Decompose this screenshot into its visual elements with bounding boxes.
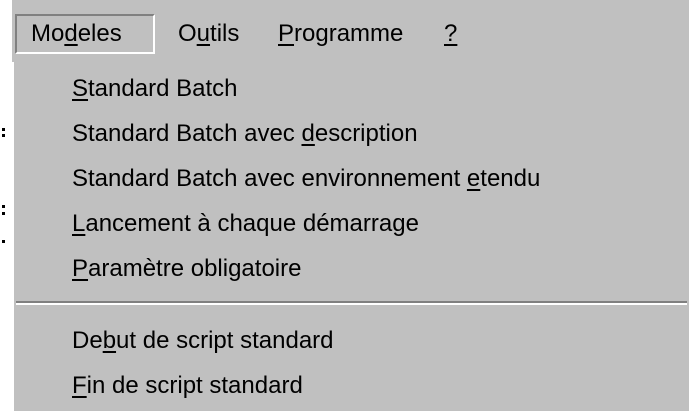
menu-label-part: tandard Batch [88, 75, 238, 102]
menu-outils[interactable]: Outils [164, 14, 264, 54]
menu-label-part: Mo [31, 20, 65, 47]
menu-item-standard-batch-environnement[interactable]: Standard Batch avec environnement etendu [72, 160, 540, 198]
menu-accelerator: ? [444, 20, 458, 47]
menu-accelerator: F [72, 372, 87, 399]
menu-accelerator: d [301, 120, 315, 147]
text-fragment-mark [2, 212, 5, 215]
menu-label-part: tendu [480, 165, 541, 192]
menu-item-parametre-obligatoire[interactable]: Paramètre obligatoire [72, 250, 301, 288]
menu-accelerator: e [466, 165, 481, 192]
menu-item-lancement-demarrage[interactable]: Lancement à chaque démarrage [72, 205, 419, 243]
menu-item-standard-batch-description[interactable]: Standard Batch avec description [72, 115, 418, 153]
menu-modeles[interactable]: Modeles [15, 14, 155, 54]
menu-label-part: tils [210, 20, 240, 47]
menu-item-debut-script[interactable]: Debut de script standard [72, 322, 334, 360]
menu-label-part: rogramme [294, 20, 404, 47]
text-fragment-mark [2, 128, 5, 131]
menu-accelerator: u [196, 20, 211, 47]
menu-accelerator: L [72, 210, 86, 237]
modeles-dropdown-menu: Standard Batch Standard Batch avec descr… [12, 62, 689, 411]
menu-accelerator: P [278, 20, 295, 47]
menu-help[interactable]: ? [430, 14, 470, 54]
text-fragment-mark [2, 240, 5, 243]
menu-label-part: ancement à chaque démarrage [85, 210, 419, 237]
menu-bar: Modeles Outils Programme ? [12, 0, 689, 62]
menu-label-part: Standard Batch avec environnement [72, 165, 467, 192]
menu-label-part: Standard Batch avec [72, 120, 302, 147]
menu-item-standard-batch[interactable]: Standard Batch [72, 70, 237, 108]
menu-label-part: ut de script standard [116, 327, 334, 354]
menu-label-part: De [72, 327, 103, 354]
menu-label-part: eles [77, 20, 122, 47]
text-fragment-mark [2, 134, 5, 137]
menu-label-part: escription [314, 120, 418, 147]
menu-label-part: O [178, 20, 197, 47]
menu-label-part: in de script standard [86, 372, 303, 399]
menu-separator [16, 301, 687, 305]
menu-item-fin-script[interactable]: Fin de script standard [72, 367, 303, 405]
menu-programme[interactable]: Programme [264, 14, 430, 54]
menu-accelerator: P [72, 255, 89, 282]
text-fragment-mark [2, 205, 5, 208]
menu-accelerator: b [102, 327, 117, 354]
menu-accelerator: S [72, 75, 89, 102]
underlying-window-marks [0, 0, 12, 411]
menu-accelerator: d [64, 20, 78, 47]
menu-label-part: aramètre obligatoire [88, 255, 302, 282]
